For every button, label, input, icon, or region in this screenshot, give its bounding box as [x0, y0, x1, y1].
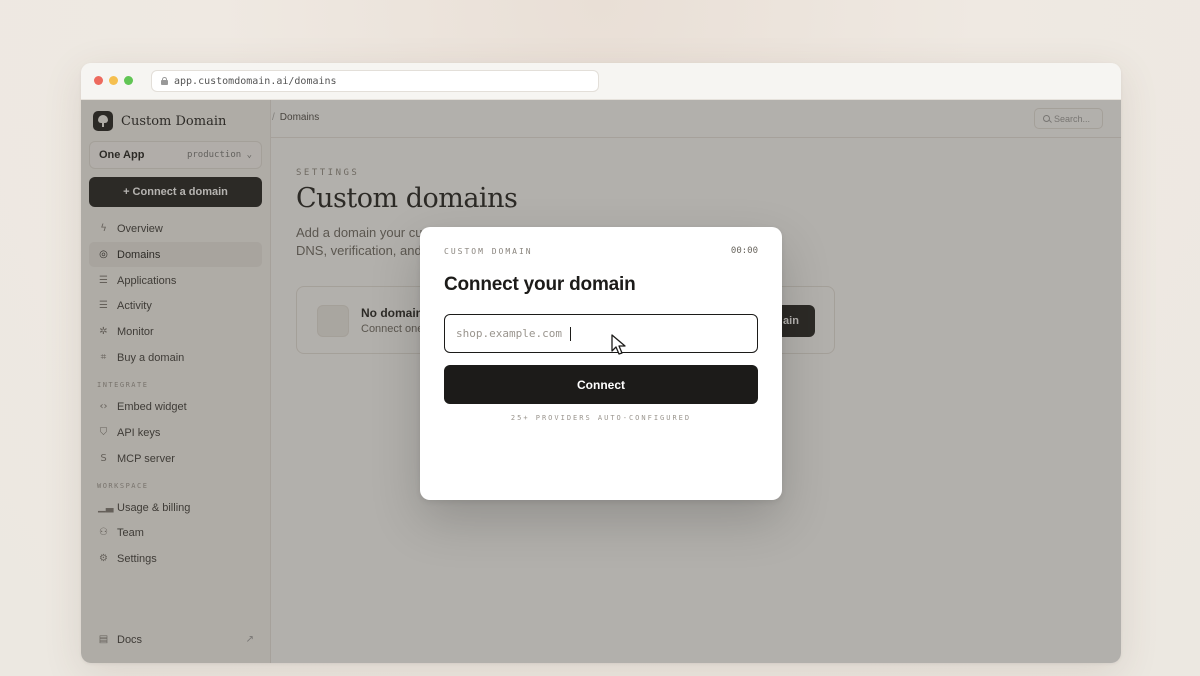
connect-domain-modal: CUSTOM DOMAIN 00:00 Connect your domain …	[420, 227, 782, 500]
minimize-window-button[interactable]	[109, 76, 118, 85]
lock-icon	[161, 77, 168, 85]
close-window-button[interactable]	[94, 76, 103, 85]
modal-label: CUSTOM DOMAIN	[444, 247, 533, 256]
text-caret	[570, 327, 571, 341]
maximize-window-button[interactable]	[124, 76, 133, 85]
address-url: app.customdomain.ai/domains	[174, 75, 337, 87]
modal-title: Connect your domain	[444, 274, 636, 295]
connect-button[interactable]: Connect	[444, 365, 758, 404]
domain-input[interactable]	[456, 327, 757, 340]
modal-timer: 00:00	[730, 246, 758, 256]
address-bar[interactable]: app.customdomain.ai/domains	[151, 70, 599, 92]
mouse-pointer-icon	[611, 334, 626, 355]
modal-footer-note: 25+ PROVIDERS AUTO-CONFIGURED	[510, 414, 692, 422]
domain-input-field[interactable]	[444, 314, 758, 353]
browser-titlebar: app.customdomain.ai/domains	[81, 63, 1121, 100]
